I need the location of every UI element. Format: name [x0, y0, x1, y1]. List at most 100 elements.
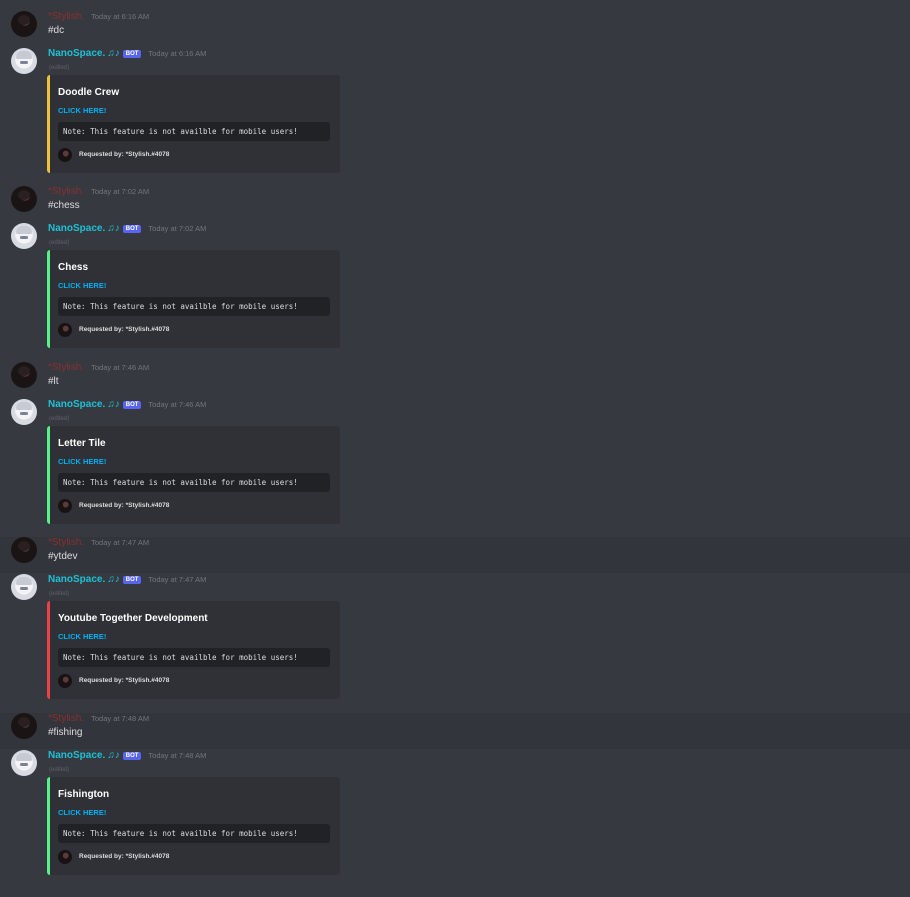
timestamp: Today at 7:02 AM [91, 187, 150, 196]
user-message[interactable]: *Stylish. Today at 7:46 AM #lt [0, 362, 910, 398]
user-message[interactable]: *Stylish. Today at 7:47 AM #ytdev [0, 537, 910, 573]
footer-text: Requested by: *Stylish.#4078 [79, 151, 170, 158]
edited-label: (edited) [49, 591, 70, 597]
timestamp: Today at 7:46 AM [91, 363, 150, 372]
bot-avatar-icon[interactable] [11, 48, 37, 74]
embed-card: Letter Tile CLICK HERE! Note: This feature… [47, 426, 340, 524]
embed-note-code: Note: This feature is not availble for m… [58, 648, 330, 667]
footer-avatar-icon [58, 323, 72, 337]
footer-avatar-icon [58, 148, 72, 162]
timestamp: Today at 7:47 AM [148, 575, 207, 584]
author-name[interactable]: *Stylish. [48, 713, 84, 724]
message-content: #ytdev [48, 551, 78, 562]
user-message[interactable]: *Stylish. Today at 6:16 AM #dc [0, 11, 910, 47]
edited-label: (edited) [49, 240, 70, 246]
bot-avatar-icon[interactable] [11, 399, 37, 425]
author-name[interactable]: NanoSpace. [48, 223, 105, 234]
timestamp: Today at 6:16 AM [148, 49, 207, 58]
user-avatar-icon[interactable] [11, 186, 37, 212]
message-content: #lt [48, 376, 59, 387]
timestamp: Today at 7:46 AM [148, 400, 207, 409]
user-avatar-icon[interactable] [11, 713, 37, 739]
user-avatar-icon[interactable] [11, 11, 37, 37]
message-content: #dc [48, 25, 65, 36]
author-name[interactable]: NanoSpace. [48, 574, 105, 585]
music-note-icon: ♫♪ [107, 574, 120, 585]
author-name[interactable]: NanoSpace. [48, 750, 105, 761]
user-message[interactable]: *Stylish. Today at 7:48 AM #fishing [0, 713, 910, 749]
footer-avatar-icon [58, 850, 72, 864]
message-content: #fishing [48, 727, 83, 738]
message-header: *Stylish. Today at 7:02 AM [48, 186, 149, 200]
bot-badge: BOT [122, 224, 142, 233]
bot-avatar-icon[interactable] [11, 223, 37, 249]
footer-text: Requested by: *Stylish.#4078 [79, 853, 170, 860]
embed-title: Letter Tile [58, 438, 106, 449]
embed-title: Chess [58, 262, 89, 273]
embed-note-code: Note: This feature is not availble for m… [58, 297, 330, 316]
footer-text: Requested by: *Stylish.#4078 [79, 502, 170, 509]
bot-badge: BOT [122, 49, 142, 58]
footer-text: Requested by: *Stylish.#4078 [79, 677, 170, 684]
embed-title: Doodle Crew [58, 87, 120, 98]
bot-message[interactable]: NanoSpace. ♫♪ BOT Today at 6:16 AM (edited) D… [0, 48, 910, 178]
chat-messages[interactable]: *Stylish. Today at 6:16 AM #dc NanoSpace. ♫♪… [0, 0, 910, 897]
bot-message[interactable]: NanoSpace. ♫♪ BOT Today at 7:48 AM (edited) F… [0, 750, 910, 880]
message-header: NanoSpace. ♫♪ BOT Today at 7:46 AM [48, 399, 206, 413]
message-header: *Stylish. Today at 7:46 AM [48, 362, 149, 376]
user-message[interactable]: *Stylish. Today at 7:02 AM #chess [0, 186, 910, 222]
timestamp: Today at 7:47 AM [91, 538, 150, 547]
message-header: *Stylish. Today at 6:16 AM [48, 11, 149, 25]
click-here-link[interactable]: CLICK HERE! [58, 808, 106, 817]
author-name[interactable]: NanoSpace. [48, 399, 105, 410]
edited-label: (edited) [49, 767, 70, 773]
footer-avatar-icon [58, 499, 72, 513]
message-header: NanoSpace. ♫♪ BOT Today at 7:48 AM [48, 750, 206, 764]
bot-badge: BOT [122, 575, 142, 584]
embed-card: Fishington CLICK HERE! Note: This feature … [47, 777, 340, 875]
user-avatar-icon[interactable] [11, 362, 37, 388]
edited-label: (edited) [49, 65, 70, 71]
timestamp: Today at 6:16 AM [91, 12, 150, 21]
click-here-link[interactable]: CLICK HERE! [58, 632, 106, 641]
embed-note-code: Note: This feature is not availble for m… [58, 473, 330, 492]
user-avatar-icon[interactable] [11, 537, 37, 563]
click-here-link[interactable]: CLICK HERE! [58, 457, 106, 466]
music-note-icon: ♫♪ [107, 399, 120, 410]
embed-card: Chess CLICK HERE! Note: This feature is no… [47, 250, 340, 348]
author-name[interactable]: *Stylish. [48, 11, 84, 22]
message-header: NanoSpace. ♫♪ BOT Today at 7:47 AM [48, 574, 206, 588]
author-name[interactable]: *Stylish. [48, 186, 84, 197]
embed-title: Youtube Together Development [58, 613, 208, 624]
bot-message[interactable]: NanoSpace. ♫♪ BOT Today at 7:46 AM (edited) L… [0, 399, 910, 529]
bot-message[interactable]: NanoSpace. ♫♪ BOT Today at 7:47 AM (edited) Y… [0, 574, 910, 704]
embed-card: Doodle Crew CLICK HERE! Note: This feature… [47, 75, 340, 173]
bot-message[interactable]: NanoSpace. ♫♪ BOT Today at 7:02 AM (edited) C… [0, 223, 910, 353]
bot-avatar-icon[interactable] [11, 750, 37, 776]
edited-label: (edited) [49, 416, 70, 422]
timestamp: Today at 7:02 AM [148, 224, 207, 233]
click-here-link[interactable]: CLICK HERE! [58, 281, 106, 290]
author-name[interactable]: *Stylish. [48, 537, 84, 548]
message-header: *Stylish. Today at 7:47 AM [48, 537, 149, 551]
message-header: NanoSpace. ♫♪ BOT Today at 7:02 AM [48, 223, 206, 237]
embed-title: Fishington [58, 789, 110, 800]
bot-avatar-icon[interactable] [11, 574, 37, 600]
click-here-link[interactable]: CLICK HERE! [58, 106, 106, 115]
music-note-icon: ♫♪ [107, 750, 120, 761]
author-name[interactable]: *Stylish. [48, 362, 84, 373]
embed-note-code: Note: This feature is not availble for m… [58, 122, 330, 141]
footer-avatar-icon [58, 674, 72, 688]
footer-text: Requested by: *Stylish.#4078 [79, 326, 170, 333]
message-header: NanoSpace. ♫♪ BOT Today at 6:16 AM [48, 48, 206, 62]
bot-badge: BOT [122, 400, 142, 409]
author-name[interactable]: NanoSpace. [48, 48, 105, 59]
music-note-icon: ♫♪ [107, 48, 120, 59]
message-content: #chess [48, 200, 80, 211]
timestamp: Today at 7:48 AM [148, 751, 207, 760]
music-note-icon: ♫♪ [107, 223, 120, 234]
embed-card: Youtube Together Development CLICK HERE! N… [47, 601, 340, 699]
embed-note-code: Note: This feature is not availble for m… [58, 824, 330, 843]
timestamp: Today at 7:48 AM [91, 714, 150, 723]
bot-badge: BOT [122, 751, 142, 760]
